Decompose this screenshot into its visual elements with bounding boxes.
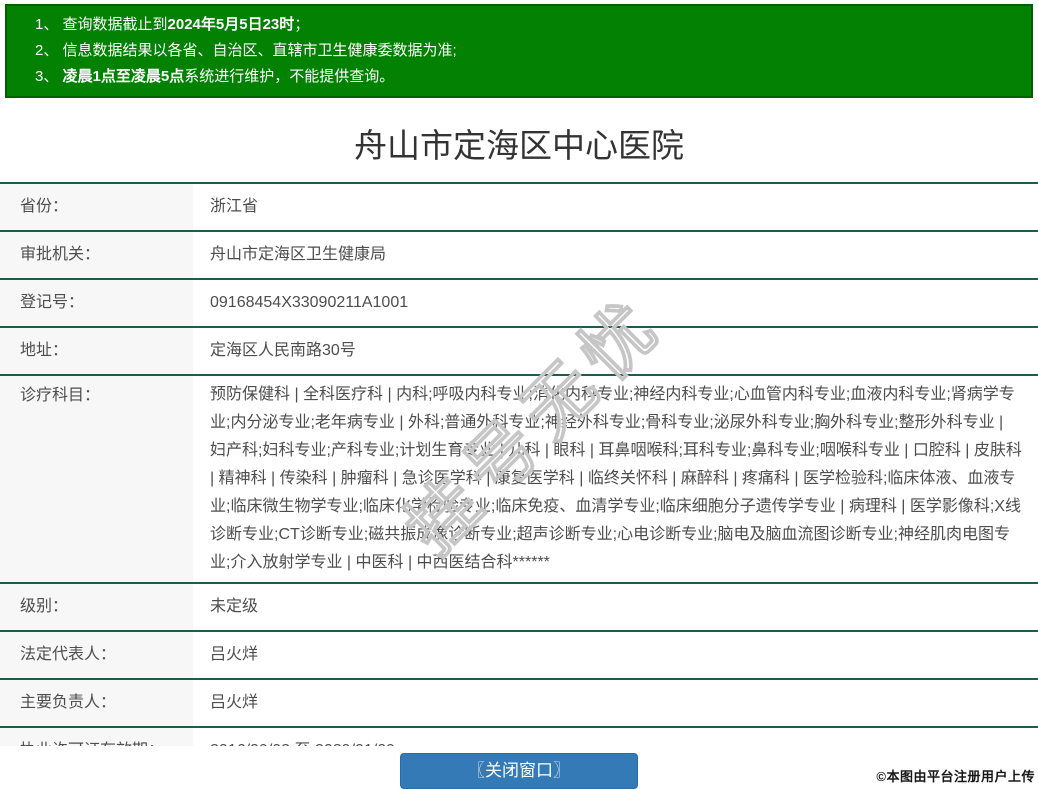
- table-row: 省份： 浙江省: [0, 184, 1038, 232]
- table-row: 级别： 未定级: [0, 584, 1038, 632]
- row-label: 级别：: [0, 584, 193, 630]
- row-value: 未定级: [210, 598, 259, 615]
- row-value: 浙江省: [210, 198, 259, 215]
- notice-text: 1、 查询数据截止到: [35, 16, 168, 33]
- notice-text: ；: [294, 16, 310, 33]
- notice-bold-text: 凌晨1点至凌晨5点: [62, 68, 185, 85]
- table-row: 审批机关： 舟山市定海区卫生健康局: [0, 232, 1038, 280]
- table-row: 诊疗科目： 预防保健科 | 全科医疗科 | 内科;呼吸内科专业;消化内科专业;神…: [0, 376, 1038, 584]
- row-label: 省份：: [0, 184, 193, 230]
- table-row: 主要负责人： 吕火烊: [0, 680, 1038, 728]
- row-label: 审批机关：: [0, 232, 193, 278]
- notice-text: 2、 信息数据结果以各省、自治区、直辖市卫生健康委数据为准;: [35, 42, 457, 59]
- row-value: 定海区人民南路30号: [210, 342, 356, 359]
- page-title: 舟山市定海区中心医院: [354, 127, 684, 164]
- table-row: 执业许可证有效期： 2016/09/02 至 2029/01/09: [0, 728, 1038, 746]
- notice-text: 系统进行维护，不能提供查询。: [184, 68, 395, 85]
- row-label: 主要负责人：: [0, 680, 193, 726]
- upload-credit: ©本图由平台注册用户上传: [876, 769, 1035, 784]
- info-table: 省份： 浙江省 审批机关： 舟山市定海区卫生健康局 登记号： 09168454X…: [0, 182, 1038, 746]
- notice-bold-text: 2024年5月5日23时: [167, 16, 295, 33]
- row-value: 2016/09/02 至 2029/01/09: [193, 728, 1038, 746]
- close-window-button[interactable]: 〖关闭窗口〗: [400, 753, 638, 789]
- row-value: 舟山市定海区卫生健康局: [210, 246, 387, 263]
- table-row: 地址： 定海区人民南路30号: [0, 328, 1038, 376]
- notice-line: 3、 凌晨1点至凌晨5点系统进行维护，不能提供查询。: [35, 64, 1021, 90]
- page: 1、 查询数据截止到2024年5月5日23时； 2、 信息数据结果以各省、自治区…: [0, 0, 1038, 789]
- row-value: 09168454X33090211A1001: [210, 294, 409, 311]
- row-label: 诊疗科目：: [0, 376, 193, 582]
- notice-line: 1、 查询数据截止到2024年5月5日23时；: [35, 12, 1021, 38]
- table-row: 登记号： 09168454X33090211A1001: [0, 280, 1038, 328]
- notice-line: 2、 信息数据结果以各省、自治区、直辖市卫生健康委数据为准;: [35, 38, 1021, 64]
- table-row: 法定代表人： 吕火烊: [0, 632, 1038, 680]
- row-label: 登记号：: [0, 280, 193, 326]
- row-label: 法定代表人：: [0, 632, 193, 678]
- row-value: 吕火烊: [210, 646, 259, 663]
- row-value: 吕火烊: [210, 694, 259, 711]
- row-value: 预防保健科 | 全科医疗科 | 内科;呼吸内科专业;消化内科专业;神经内科专业;…: [210, 386, 1022, 571]
- row-label: 地址：: [0, 328, 193, 374]
- row-label: 执业许可证有效期：: [0, 728, 193, 746]
- notice-text: 3、: [35, 68, 63, 85]
- notice-banner: 1、 查询数据截止到2024年5月5日23时； 2、 信息数据结果以各省、自治区…: [5, 4, 1033, 98]
